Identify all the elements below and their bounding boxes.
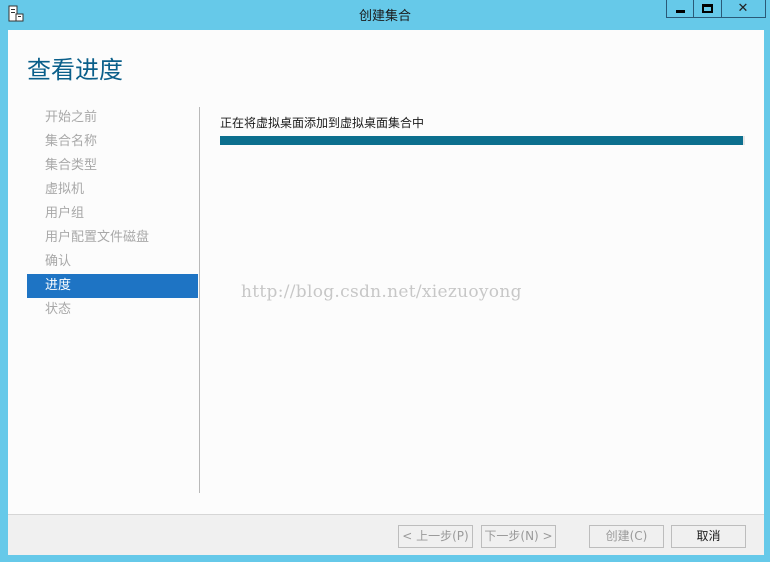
wizard-footer: < 上一步(P) 下一步(N) > 创建(C) 取消 bbox=[8, 514, 764, 555]
create-button[interactable]: 创建(C) bbox=[589, 525, 664, 548]
title-bar[interactable]: 创建集合 ✕ bbox=[0, 0, 770, 28]
nav-item-user-profile-disks: 用户配置文件磁盘 bbox=[45, 230, 150, 245]
progress-status-text: 正在将虚拟桌面添加到虚拟桌面集合中 bbox=[220, 116, 425, 130]
window-title: 创建集合 bbox=[358, 9, 411, 24]
nav-item-collection-name: 集合名称 bbox=[45, 134, 98, 149]
nav-divider bbox=[199, 107, 200, 493]
next-button[interactable]: 下一步(N) > bbox=[481, 525, 556, 548]
wizard-steps-nav: 开始之前 集合名称 集合类型 虚拟机 用户组 用户配置文件磁盘 确认 进度 状态 bbox=[27, 106, 198, 322]
page-title: 查看进度 bbox=[27, 56, 123, 84]
nav-item-status: 状态 bbox=[45, 302, 72, 317]
cancel-button[interactable]: 取消 bbox=[671, 525, 746, 548]
nav-item-before-you-begin: 开始之前 bbox=[45, 110, 98, 125]
nav-item-user-groups: 用户组 bbox=[45, 206, 85, 221]
minimize-icon bbox=[676, 10, 685, 13]
nav-item-progress: 进度 bbox=[27, 274, 198, 298]
nav-item-collection-type: 集合类型 bbox=[45, 158, 98, 173]
wizard-content: 查看进度 开始之前 集合名称 集合类型 虚拟机 用户组 用户配置文件磁盘 确认 … bbox=[8, 30, 764, 555]
nav-item-virtual-machines: 虚拟机 bbox=[45, 182, 85, 197]
close-icon: ✕ bbox=[737, 1, 749, 16]
watermark-text: http://blog.csdn.net/xiezuoyong bbox=[241, 282, 522, 302]
wizard-window: 创建集合 ✕ 查看进度 开始之前 集合名称 集合类型 虚拟机 用户组 用户配置文… bbox=[0, 0, 770, 562]
nav-item-confirmation: 确认 bbox=[45, 254, 72, 269]
maximize-icon bbox=[702, 4, 713, 13]
progress-bar bbox=[220, 136, 745, 145]
progress-bar-fill bbox=[220, 136, 743, 145]
previous-button[interactable]: < 上一步(P) bbox=[398, 525, 473, 548]
close-button[interactable]: ✕ bbox=[722, 0, 766, 18]
minimize-button[interactable] bbox=[666, 0, 694, 18]
maximize-button[interactable] bbox=[694, 0, 722, 18]
